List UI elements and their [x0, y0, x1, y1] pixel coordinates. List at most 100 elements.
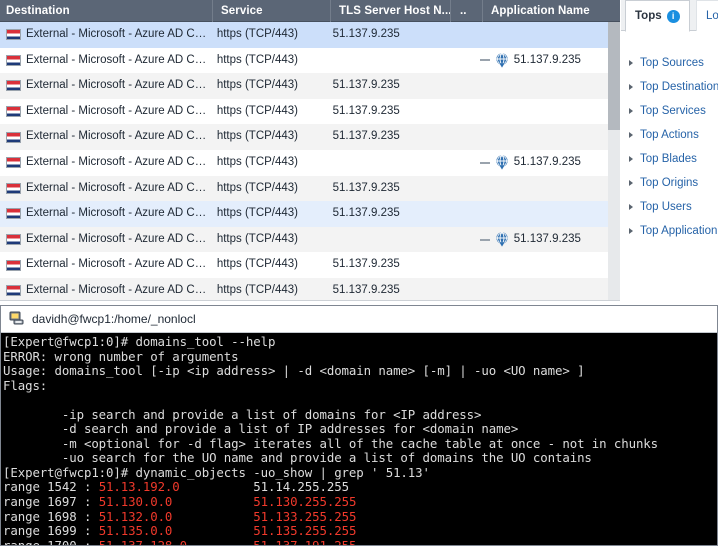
cell-destination: External - Microsoft - Azure AD Co... — [0, 252, 209, 278]
cell-service: https (TCP/443) — [216, 53, 299, 66]
chevron-right-icon[interactable] — [629, 180, 633, 186]
netherlands-flag-icon — [6, 54, 21, 66]
cell-service: https (TCP/443) — [216, 181, 299, 194]
cell-application-name — [474, 73, 608, 99]
terminal-line: ERROR: wrong number of arguments — [3, 349, 717, 365]
sidebar-item-top-users[interactable]: Top Users — [621, 195, 718, 219]
netherlands-flag-icon — [6, 182, 21, 194]
cell-service: https (TCP/443) — [216, 130, 299, 143]
terminal-line: range 1697 : 51.130.0.0 51.130.255.255 — [3, 494, 717, 510]
terminal-text: [Expert@fwcp1:0]# dynamic_objects -uo_sh… — [3, 464, 430, 480]
minus-icon[interactable] — [479, 161, 490, 164]
table-row[interactable]: External - Microsoft - Azure AD Co... htt… — [0, 252, 608, 278]
destination-label: External - Microsoft - Azure AD Co... — [26, 104, 209, 117]
terminal-text: 51.14.255.255 — [179, 479, 349, 495]
terminal-match-text: 51.137.128.0 — [98, 537, 188, 546]
terminal-line: [Expert@fwcp1:0]# dynamic_objects -uo_sh… — [3, 464, 717, 481]
terminal-match-text: 51.13.192.0 — [98, 479, 180, 495]
terminal-title-text: davidh@fwcp1:/home/_nonlocl — [32, 312, 196, 326]
info-icon[interactable]: i — [666, 9, 680, 23]
cell-application-name — [474, 252, 608, 278]
cell-destination: External - Microsoft - Azure AD Co... — [0, 201, 209, 227]
cell-overflow — [442, 73, 473, 99]
cell-service: https (TCP/443) — [216, 155, 299, 168]
cell-application-name — [474, 201, 608, 227]
destination-label: External - Microsoft - Azure AD Co... — [26, 155, 209, 168]
side-panel-tabstrip: Tops i Lo — [621, 0, 718, 32]
table-row[interactable]: External - Microsoft - Azure AD Co... htt… — [0, 22, 608, 48]
table-row[interactable]: External - Microsoft - Azure AD Co... htt… — [0, 201, 608, 227]
table-row[interactable]: External - Microsoft - Azure AD Co... htt… — [0, 226, 608, 253]
chevron-right-icon[interactable] — [629, 228, 633, 234]
sidebar-item-label: Top Users — [640, 201, 692, 213]
chevron-right-icon[interactable] — [629, 84, 633, 90]
table-row[interactable]: External - Microsoft - Azure AD Co... htt… — [0, 175, 608, 202]
cell-application-name: 51.137.9.235 — [474, 227, 608, 253]
chevron-right-icon[interactable] — [629, 60, 633, 66]
cell-application-name: 51.137.9.235 — [474, 48, 608, 74]
cell-tls-server-host-name — [325, 150, 443, 176]
sidebar-item-top-blades[interactable]: Top Blades — [621, 147, 718, 171]
tops-category-list: Top Sources Top Destination Top Services To… — [621, 31, 718, 243]
table-row[interactable]: External - Microsoft - Azure AD Co... htt… — [0, 98, 608, 125]
cell-tls-server-host-name: 51.137.9.235 — [332, 130, 400, 143]
minus-icon[interactable] — [479, 59, 490, 62]
terminal-match-text: 51.137.191.255 — [253, 537, 357, 546]
tab-tops-label: Tops — [635, 10, 662, 22]
cell-tls-server-host-name: 51.137.9.235 — [332, 258, 400, 271]
cell-overflow — [442, 22, 473, 48]
table-row[interactable]: External - Microsoft - Azure AD Co... htt… — [0, 124, 608, 150]
chevron-right-icon[interactable] — [629, 204, 633, 210]
cell-application-name — [474, 99, 608, 125]
globe-pin-icon — [495, 155, 509, 170]
minus-icon[interactable] — [479, 238, 490, 241]
chevron-right-icon[interactable] — [629, 108, 633, 114]
column-header-overflow[interactable]: .. — [451, 0, 483, 22]
terminal-output[interactable]: [Expert@fwcp1:0]# domains_tool --help ERR… — [1, 333, 717, 546]
tab-tops[interactable]: Tops i — [625, 0, 690, 32]
cell-service: https (TCP/443) — [216, 28, 299, 40]
table-row[interactable]: External - Microsoft - Azure AD Co... htt… — [0, 149, 608, 176]
cell-service: https (TCP/443) — [216, 258, 299, 271]
chevron-right-icon[interactable] — [629, 132, 633, 138]
application-name-label: 51.137.9.235 — [513, 53, 581, 66]
sidebar-item-top-application[interactable]: Top Application — [621, 219, 718, 243]
cell-overflow — [442, 227, 473, 253]
terminal-text: -ip search and provide a list of domains… — [3, 406, 482, 422]
chevron-right-icon[interactable] — [629, 156, 633, 162]
terminal-window-icon — [9, 310, 25, 328]
column-header-tls-server-host-name[interactable]: TLS Server Host N... — [331, 0, 451, 22]
table-vertical-scrollbar[interactable] — [608, 22, 620, 305]
terminal-text: -d search and provide a list of IP addre… — [3, 421, 519, 437]
terminal-text: range 1700 : — [3, 537, 99, 546]
sidebar-item-top-origins[interactable]: Top Origins — [621, 171, 718, 195]
terminal-text: -uo search for the UO name and provide a… — [3, 450, 592, 466]
destination-label: External - Microsoft - Azure AD Co... — [26, 207, 209, 220]
tab-logs[interactable]: Lo — [696, 0, 718, 31]
cell-service: https (TCP/443) — [216, 79, 299, 92]
globe-pin-icon — [495, 52, 509, 68]
terminal-line: Usage: domains_tool [-ip <ip address> | … — [3, 363, 717, 379]
table-row[interactable]: External - Microsoft - Azure AD Co... htt… — [0, 73, 608, 99]
table-scrollbar-thumb[interactable] — [608, 22, 620, 130]
cell-destination: External - Microsoft - Azure AD Co... — [0, 124, 209, 150]
netherlands-flag-icon — [6, 29, 21, 41]
sidebar-item-top-sources[interactable]: Top Sources — [621, 51, 718, 75]
terminal-match-text: 51.135.255.255 — [253, 523, 357, 539]
column-header-destination[interactable]: Destination — [0, 0, 213, 22]
terminal-line: -m <optional for -d flag> iterates all o… — [3, 435, 717, 452]
terminal-line: -d search and provide a list of IP addre… — [3, 422, 717, 437]
destination-label: External - Microsoft - Azure AD Co... — [26, 181, 209, 194]
sidebar-item-top-destination[interactable]: Top Destination — [621, 75, 718, 99]
cell-service: https (TCP/443) — [216, 207, 299, 220]
cell-destination: External - Microsoft - Azure AD Co... — [0, 227, 209, 253]
sidebar-item-top-actions[interactable]: Top Actions — [621, 123, 718, 147]
column-header-service[interactable]: Service — [213, 0, 331, 22]
column-header-application-name[interactable]: Application Name — [483, 0, 620, 22]
sidebar-item-top-services[interactable]: Top Services — [621, 99, 718, 123]
terminal-text: Flags: — [3, 377, 48, 393]
table-row[interactable]: External - Microsoft - Azure AD Co... htt… — [0, 47, 608, 74]
terminal-text: -m <optional for -d flag> iterates all o… — [3, 435, 659, 451]
